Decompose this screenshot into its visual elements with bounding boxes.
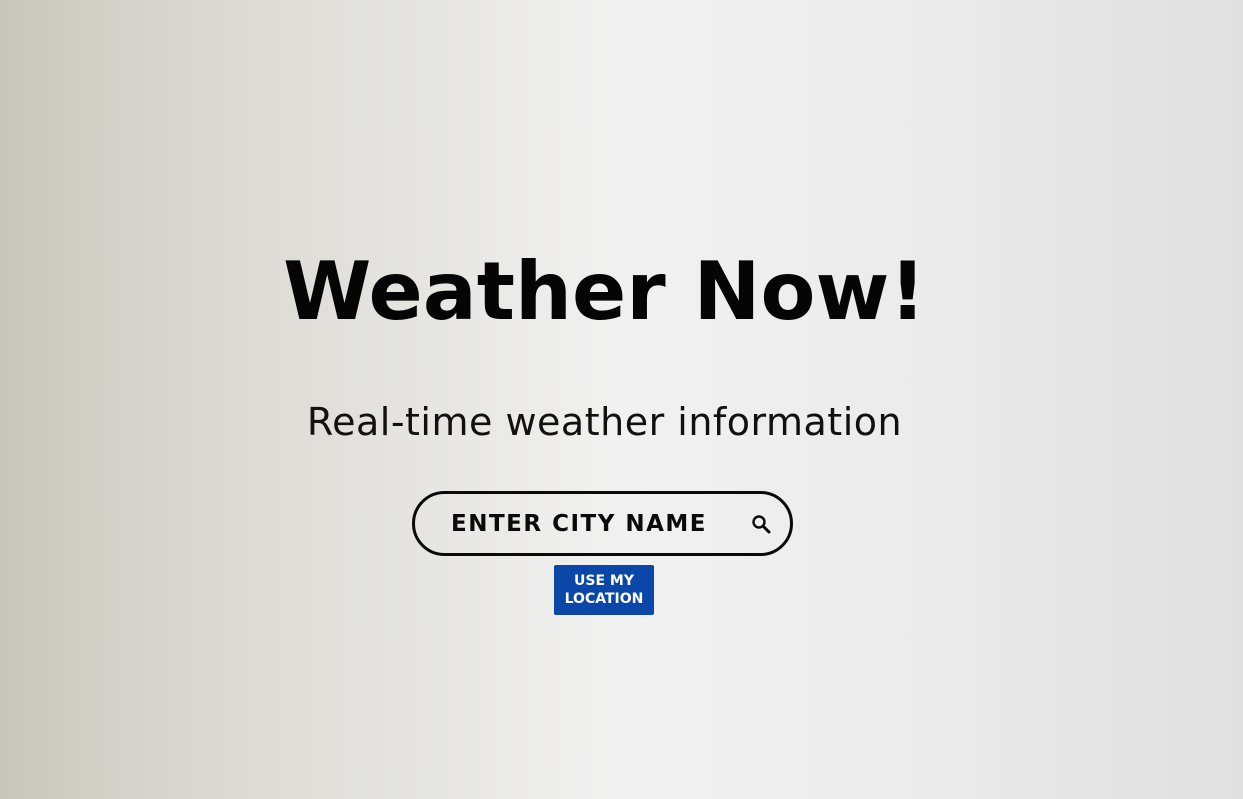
search-icon bbox=[752, 515, 771, 534]
location-button-line1: USE MY bbox=[574, 573, 634, 589]
hero-section: Weather Now! Real-time weather informati… bbox=[0, 0, 1243, 799]
page-subtitle: Real-time weather information bbox=[306, 400, 903, 444]
page-title: Weather Now! bbox=[283, 245, 926, 338]
use-my-location-button[interactable]: USE MY LOCATION bbox=[554, 565, 654, 615]
city-search-input[interactable] bbox=[451, 494, 741, 553]
search-form bbox=[412, 491, 793, 556]
search-button[interactable] bbox=[748, 511, 776, 539]
location-button-line2: LOCATION bbox=[564, 591, 644, 607]
